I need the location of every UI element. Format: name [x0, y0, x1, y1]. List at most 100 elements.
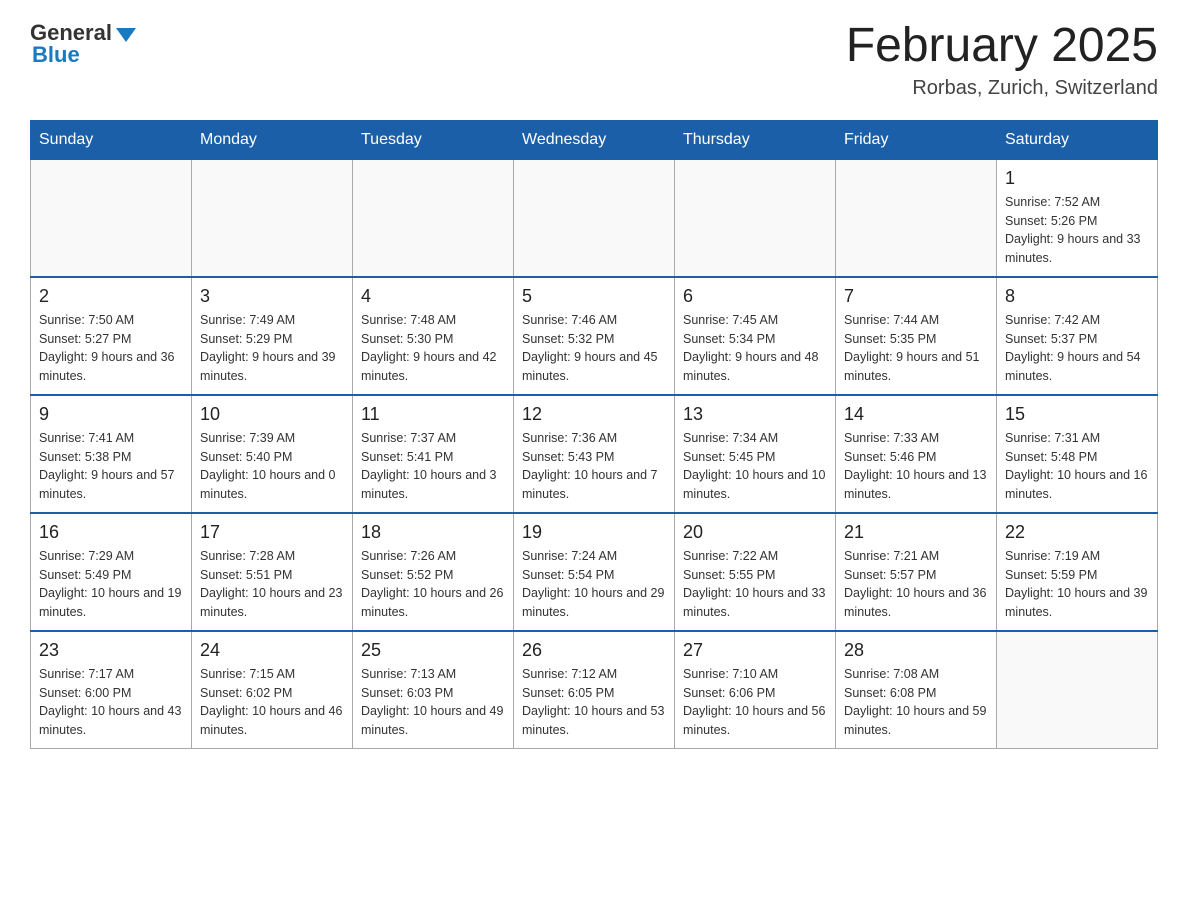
calendar-week-row: 23 Sunrise: 7:17 AMSunset: 6:00 PMDayligh… — [31, 631, 1158, 749]
table-row: 7 Sunrise: 7:44 AMSunset: 5:35 PMDaylight… — [836, 277, 997, 395]
location-text: Rorbas, Zurich, Switzerland — [846, 77, 1158, 100]
day-number: 11 — [361, 404, 505, 425]
table-row: 5 Sunrise: 7:46 AMSunset: 5:32 PMDaylight… — [514, 277, 675, 395]
day-number: 7 — [844, 286, 988, 307]
day-number: 19 — [522, 522, 666, 543]
month-title: February 2025 — [846, 20, 1158, 73]
day-info: Sunrise: 7:29 AMSunset: 5:49 PMDaylight:… — [39, 547, 183, 622]
day-info: Sunrise: 7:36 AMSunset: 5:43 PMDaylight:… — [522, 429, 666, 504]
table-row — [192, 159, 353, 277]
calendar-week-row: 9 Sunrise: 7:41 AMSunset: 5:38 PMDaylight… — [31, 395, 1158, 513]
day-number: 26 — [522, 640, 666, 661]
day-info: Sunrise: 7:46 AMSunset: 5:32 PMDaylight:… — [522, 311, 666, 386]
day-number: 5 — [522, 286, 666, 307]
table-row: 15 Sunrise: 7:31 AMSunset: 5:48 PMDayligh… — [997, 395, 1158, 513]
day-number: 27 — [683, 640, 827, 661]
header-thursday: Thursday — [675, 120, 836, 159]
table-row: 11 Sunrise: 7:37 AMSunset: 5:41 PMDayligh… — [353, 395, 514, 513]
day-number: 18 — [361, 522, 505, 543]
day-info: Sunrise: 7:44 AMSunset: 5:35 PMDaylight:… — [844, 311, 988, 386]
title-block: February 2025 Rorbas, Zurich, Switzerlan… — [846, 20, 1158, 100]
table-row: 3 Sunrise: 7:49 AMSunset: 5:29 PMDaylight… — [192, 277, 353, 395]
day-info: Sunrise: 7:34 AMSunset: 5:45 PMDaylight:… — [683, 429, 827, 504]
day-number: 24 — [200, 640, 344, 661]
logo-blue-text: Blue — [32, 42, 80, 68]
day-info: Sunrise: 7:12 AMSunset: 6:05 PMDaylight:… — [522, 665, 666, 740]
day-info: Sunrise: 7:52 AMSunset: 5:26 PMDaylight:… — [1005, 193, 1149, 268]
day-info: Sunrise: 7:24 AMSunset: 5:54 PMDaylight:… — [522, 547, 666, 622]
day-number: 22 — [1005, 522, 1149, 543]
table-row — [31, 159, 192, 277]
day-info: Sunrise: 7:33 AMSunset: 5:46 PMDaylight:… — [844, 429, 988, 504]
table-row: 20 Sunrise: 7:22 AMSunset: 5:55 PMDayligh… — [675, 513, 836, 631]
table-row: 18 Sunrise: 7:26 AMSunset: 5:52 PMDayligh… — [353, 513, 514, 631]
table-row: 10Sunrise: 7:39 AMSunset: 5:40 PMDayligh… — [192, 395, 353, 513]
day-number: 15 — [1005, 404, 1149, 425]
table-row: 27Sunrise: 7:10 AMSunset: 6:06 PMDayligh… — [675, 631, 836, 749]
day-info: Sunrise: 7:21 AMSunset: 5:57 PMDaylight:… — [844, 547, 988, 622]
day-info: Sunrise: 7:45 AMSunset: 5:34 PMDaylight:… — [683, 311, 827, 386]
header-saturday: Saturday — [997, 120, 1158, 159]
header-tuesday: Tuesday — [353, 120, 514, 159]
day-info: Sunrise: 7:49 AMSunset: 5:29 PMDaylight:… — [200, 311, 344, 386]
table-row: 26 Sunrise: 7:12 AMSunset: 6:05 PMDayligh… — [514, 631, 675, 749]
day-number: 8 — [1005, 286, 1149, 307]
day-info: Sunrise: 7:37 AMSunset: 5:41 PMDaylight:… — [361, 429, 505, 504]
day-info: Sunrise: 7:50 AMSunset: 5:27 PMDaylight:… — [39, 311, 183, 386]
table-row: 17Sunrise: 7:28 AMSunset: 5:51 PMDayligh… — [192, 513, 353, 631]
day-number: 16 — [39, 522, 183, 543]
day-number: 28 — [844, 640, 988, 661]
table-row: 25 Sunrise: 7:13 AMSunset: 6:03 PMDayligh… — [353, 631, 514, 749]
day-number: 21 — [844, 522, 988, 543]
table-row: 23 Sunrise: 7:17 AMSunset: 6:00 PMDayligh… — [31, 631, 192, 749]
day-info: Sunrise: 7:28 AMSunset: 5:51 PMDaylight:… — [200, 547, 344, 622]
calendar-week-row: 2 Sunrise: 7:50 AMSunset: 5:27 PMDaylight… — [31, 277, 1158, 395]
table-row: 16 Sunrise: 7:29 AMSunset: 5:49 PMDayligh… — [31, 513, 192, 631]
day-info: Sunrise: 7:39 AMSunset: 5:40 PMDaylight:… — [200, 429, 344, 504]
day-number: 2 — [39, 286, 183, 307]
calendar-week-row: 1 Sunrise: 7:52 AMSunset: 5:26 PMDaylight… — [31, 159, 1158, 277]
day-number: 25 — [361, 640, 505, 661]
day-number: 4 — [361, 286, 505, 307]
table-row: 24 Sunrise: 7:15 AMSunset: 6:02 PMDayligh… — [192, 631, 353, 749]
page-header: General Blue February 2025 Rorbas, Zuric… — [30, 20, 1158, 100]
day-info: Sunrise: 7:15 AMSunset: 6:02 PMDaylight:… — [200, 665, 344, 740]
header-friday: Friday — [836, 120, 997, 159]
table-row: 1 Sunrise: 7:52 AMSunset: 5:26 PMDaylight… — [997, 159, 1158, 277]
logo: General Blue — [30, 20, 136, 68]
table-row: 28 Sunrise: 7:08 AMSunset: 6:08 PMDayligh… — [836, 631, 997, 749]
day-info: Sunrise: 7:08 AMSunset: 6:08 PMDaylight:… — [844, 665, 988, 740]
table-row — [997, 631, 1158, 749]
day-number: 20 — [683, 522, 827, 543]
table-row: 9 Sunrise: 7:41 AMSunset: 5:38 PMDaylight… — [31, 395, 192, 513]
table-row: 8 Sunrise: 7:42 AMSunset: 5:37 PMDaylight… — [997, 277, 1158, 395]
day-info: Sunrise: 7:26 AMSunset: 5:52 PMDaylight:… — [361, 547, 505, 622]
day-info: Sunrise: 7:17 AMSunset: 6:00 PMDaylight:… — [39, 665, 183, 740]
table-row: 19 Sunrise: 7:24 AMSunset: 5:54 PMDayligh… — [514, 513, 675, 631]
table-row: 2 Sunrise: 7:50 AMSunset: 5:27 PMDaylight… — [31, 277, 192, 395]
day-number: 13 — [683, 404, 827, 425]
calendar-header-row: Sunday Monday Tuesday Wednesday Thursday… — [31, 120, 1158, 159]
day-number: 3 — [200, 286, 344, 307]
day-number: 9 — [39, 404, 183, 425]
table-row — [514, 159, 675, 277]
day-info: Sunrise: 7:48 AMSunset: 5:30 PMDaylight:… — [361, 311, 505, 386]
table-row: 22Sunrise: 7:19 AMSunset: 5:59 PMDayligh… — [997, 513, 1158, 631]
day-number: 6 — [683, 286, 827, 307]
table-row: 13 Sunrise: 7:34 AMSunset: 5:45 PMDayligh… — [675, 395, 836, 513]
day-info: Sunrise: 7:31 AMSunset: 5:48 PMDaylight:… — [1005, 429, 1149, 504]
table-row: 12Sunrise: 7:36 AMSunset: 5:43 PMDayligh… — [514, 395, 675, 513]
day-number: 14 — [844, 404, 988, 425]
day-info: Sunrise: 7:13 AMSunset: 6:03 PMDaylight:… — [361, 665, 505, 740]
day-info: Sunrise: 7:41 AMSunset: 5:38 PMDaylight:… — [39, 429, 183, 504]
logo-arrow-icon — [116, 28, 136, 42]
day-info: Sunrise: 7:42 AMSunset: 5:37 PMDaylight:… — [1005, 311, 1149, 386]
header-sunday: Sunday — [31, 120, 192, 159]
day-number: 1 — [1005, 168, 1149, 189]
table-row: 21 Sunrise: 7:21 AMSunset: 5:57 PMDayligh… — [836, 513, 997, 631]
header-monday: Monday — [192, 120, 353, 159]
table-row — [353, 159, 514, 277]
day-info: Sunrise: 7:22 AMSunset: 5:55 PMDaylight:… — [683, 547, 827, 622]
table-row — [675, 159, 836, 277]
day-number: 23 — [39, 640, 183, 661]
